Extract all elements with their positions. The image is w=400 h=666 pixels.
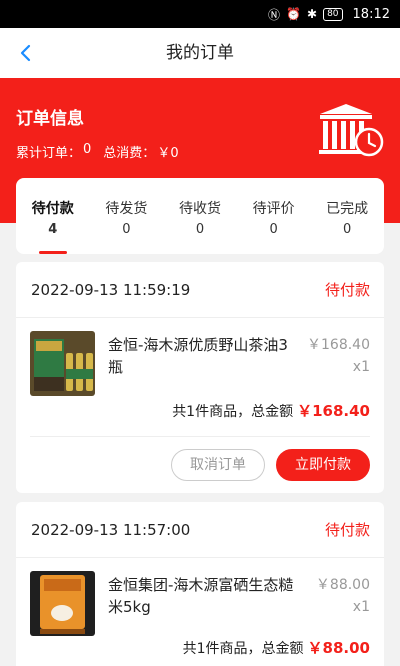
total-orders-value: 0: [83, 142, 92, 157]
tab-count: 0: [195, 222, 205, 237]
summary-stats: 累计订单： 0 总消费： ￥0: [16, 142, 179, 161]
tab-count: 0: [122, 222, 131, 237]
tab-label: 待评价: [252, 201, 295, 217]
summary-text: 共1件商品，总金额: [172, 404, 294, 420]
order-status: 待付款: [324, 281, 370, 299]
bank-clock-icon: [319, 104, 384, 157]
active-tab-indicator: [38, 251, 67, 254]
battery-indicator: 80: [323, 7, 343, 21]
total-spend-label: 总消费：: [103, 146, 156, 161]
order-summary: 共1件商品，总金额 ￥168.40: [172, 400, 370, 421]
order-status-tabs: 待付款 4 待发货 0 待收货 0 待评价 0 已完成 0: [16, 178, 384, 254]
order-status: 待付款: [324, 521, 370, 539]
tab-count: 0: [269, 222, 278, 237]
order-card[interactable]: 2022-09-13 11:57:00 待付款 金恒集团-海木源富硒生态糙米5k…: [16, 502, 384, 666]
product-image: [30, 571, 95, 636]
tab-label: 待收货: [178, 201, 221, 217]
tab-count: 0: [343, 222, 352, 237]
clock: 18:12: [352, 6, 390, 22]
summary-text: 共1件商品，总金额: [182, 641, 304, 657]
pay-now-button[interactable]: 立即付款: [276, 449, 370, 481]
total-orders-label: 累计订单：: [16, 146, 82, 161]
tab-pending-receipt[interactable]: 待收货 0: [163, 178, 237, 254]
tab-label: 已完成: [326, 201, 369, 217]
tab-pending-payment[interactable]: 待付款 4: [16, 178, 90, 254]
bluetooth-icon: ✱: [307, 7, 318, 21]
status-bar: Ⓝ ⏰ ✱ 80 18:12: [0, 0, 400, 28]
order-datetime: 2022-09-13 11:57:00: [31, 521, 191, 539]
tab-count: 4: [48, 222, 58, 237]
page-title: 我的订单: [166, 43, 234, 63]
summary-title: 订单信息: [16, 109, 84, 129]
product-price: ￥168.40: [307, 337, 370, 353]
nav-bar: 我的订单: [0, 28, 400, 78]
status-icons: Ⓝ ⏰ ✱ 80 18:12: [268, 0, 390, 28]
order-total: ￥168.40: [297, 402, 370, 420]
tab-pending-review[interactable]: 待评价 0: [237, 178, 311, 254]
tab-pending-shipment[interactable]: 待发货 0: [90, 178, 164, 254]
tab-label: 待发货: [105, 201, 148, 217]
product-name: 金恒集团-海木源富硒生态糙米5kg: [108, 576, 294, 616]
order-total: ￥88.00: [307, 639, 370, 657]
nfc-icon: Ⓝ: [268, 7, 281, 22]
order-card-header: 2022-09-13 11:57:00 待付款: [16, 502, 384, 558]
order-summary: 共1件商品，总金额 ￥88.00: [183, 637, 370, 658]
product-name: 金恒-海木源优质野山茶油3瓶: [108, 336, 288, 376]
product-price: ￥88.00: [315, 577, 370, 593]
alarm-icon: ⏰: [286, 7, 302, 21]
product-quantity: x1: [352, 599, 370, 615]
order-product[interactable]: 金恒-海木源优质野山茶油3瓶 ￥168.40 x1: [16, 318, 384, 398]
order-card-header: 2022-09-13 11:59:19 待付款: [16, 262, 384, 318]
order-card[interactable]: 2022-09-13 11:59:19 待付款 金恒-海木源优质野山茶油3瓶 ￥…: [16, 262, 384, 493]
order-product[interactable]: 金恒集团-海木源富硒生态糙米5kg ￥88.00 x1: [16, 558, 384, 638]
tab-completed[interactable]: 已完成 0: [310, 178, 384, 254]
order-datetime: 2022-09-13 11:59:19: [31, 281, 191, 299]
product-quantity: x1: [352, 359, 370, 375]
divider: [30, 436, 370, 437]
product-image: [30, 331, 95, 396]
tab-label: 待付款: [31, 201, 74, 217]
cancel-order-button[interactable]: 取消订单: [171, 449, 265, 481]
total-spend-value: ￥0: [157, 146, 179, 161]
